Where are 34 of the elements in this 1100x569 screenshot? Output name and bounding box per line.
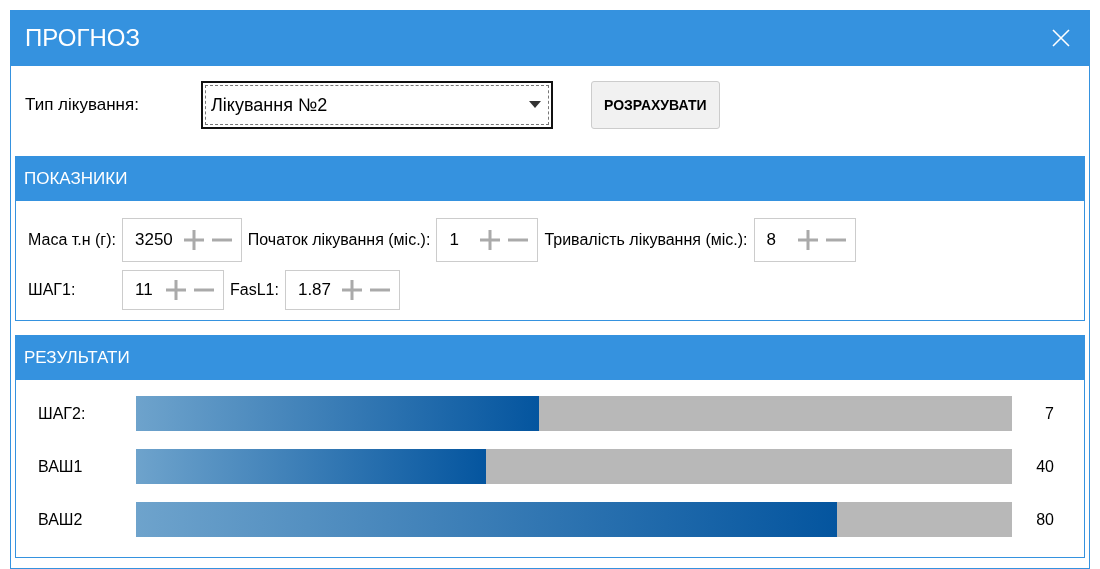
result-value: 80 bbox=[1035, 510, 1054, 529]
result-label: ШАГ2: bbox=[38, 404, 87, 423]
field-label: Маса т.н (г): bbox=[28, 231, 116, 249]
spinner-value: 3250 bbox=[134, 230, 173, 250]
result-label: ВАШ2 bbox=[38, 510, 84, 529]
panel-header: ПОКАЗНИКИ bbox=[16, 157, 1084, 201]
spinner-value: 1 bbox=[449, 230, 460, 250]
spinner-value: 8 bbox=[766, 230, 777, 250]
number-spinner[interactable]: 11 bbox=[122, 270, 224, 310]
panel-header: РЕЗУЛЬТАТИ bbox=[16, 336, 1084, 380]
calculate-button[interactable]: РОЗРАХУВАТИ bbox=[591, 81, 720, 129]
plus-icon[interactable] bbox=[165, 279, 187, 301]
window-title: ПРОГНОЗ bbox=[25, 24, 140, 52]
close-icon[interactable] bbox=[1051, 28, 1071, 48]
spinner-value: 11 bbox=[135, 280, 154, 300]
spinner-value: 1.87 bbox=[297, 280, 331, 300]
plus-icon[interactable] bbox=[479, 229, 502, 251]
plus-icon[interactable] bbox=[341, 279, 363, 301]
field-label: ШАГ1: bbox=[28, 281, 77, 299]
field-label: Початок лікування (міс.): bbox=[247, 231, 431, 249]
plus-icon[interactable] bbox=[796, 229, 819, 251]
result-label: ВАШ1 bbox=[38, 457, 84, 476]
field-label: Тривалість лікування (міс.): bbox=[544, 231, 748, 249]
field-label: Тип лікування: bbox=[25, 95, 140, 115]
plus-icon[interactable] bbox=[182, 229, 205, 251]
number-spinner[interactable]: 3250 bbox=[121, 218, 242, 262]
number-spinner[interactable]: 1.87 bbox=[284, 270, 400, 310]
caret-icon bbox=[529, 101, 541, 109]
number-spinner[interactable]: 8 bbox=[753, 218, 856, 262]
result-value: 40 bbox=[1035, 457, 1054, 476]
number-spinner[interactable]: 1 bbox=[436, 218, 539, 262]
result-value: 7 bbox=[1044, 404, 1054, 423]
treatment-dropdown[interactable]: Лікування №2 bbox=[201, 81, 553, 129]
field-label: FasL1: bbox=[230, 281, 279, 299]
